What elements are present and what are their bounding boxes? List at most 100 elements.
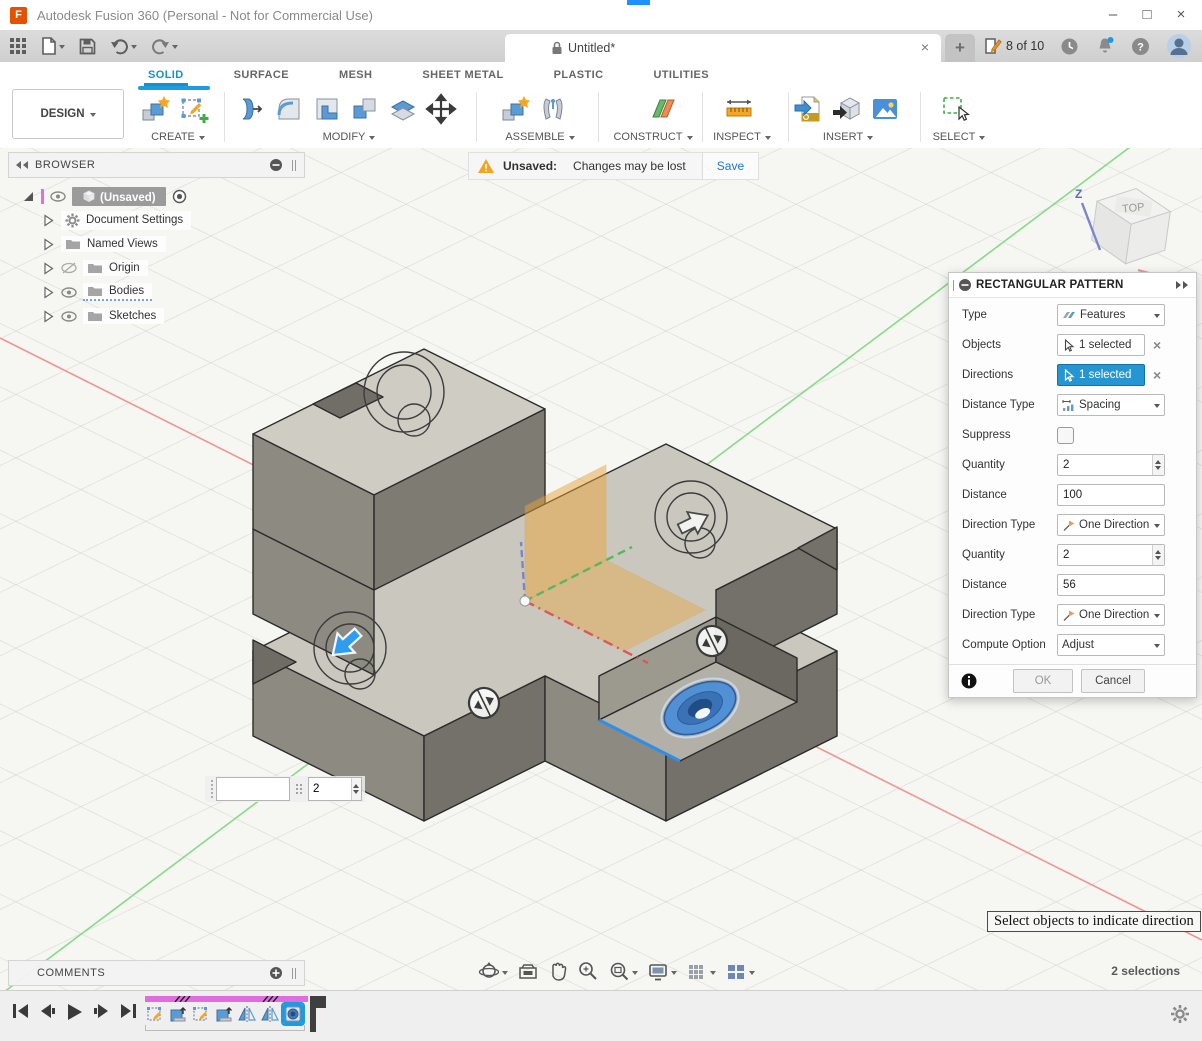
expand-arrow-icon[interactable] <box>42 286 55 299</box>
timeline-feature-extrude-2[interactable] <box>214 1004 234 1024</box>
document-tab[interactable]: Untitled* × <box>505 34 941 62</box>
visibility-eye-icon[interactable] <box>61 287 77 298</box>
close-button[interactable]: × <box>1164 0 1198 28</box>
timeline-strip[interactable] <box>145 996 308 1031</box>
insert-group-label[interactable]: INSERT <box>792 131 904 143</box>
construct-plane-button[interactable] <box>646 92 680 126</box>
directions-clear-icon[interactable]: × <box>1153 367 1161 383</box>
quantity-1-spinner[interactable] <box>1152 455 1164 475</box>
timeline-feature-sketch-2[interactable] <box>191 1004 211 1024</box>
type-dropdown[interactable]: Features <box>1057 304 1165 326</box>
construct-group-label[interactable]: CONSTRUCT <box>608 131 698 143</box>
browser-item-sketches[interactable]: Sketches <box>42 304 305 328</box>
select-group-label[interactable]: SELECT <box>924 131 994 143</box>
minimize-button[interactable]: – <box>1096 0 1130 28</box>
objects-select-button[interactable]: 1 selected <box>1057 334 1145 356</box>
expand-arrow-icon[interactable] <box>42 238 55 251</box>
suppress-checkbox[interactable] <box>1057 427 1074 444</box>
insert-canvas-button[interactable] <box>868 92 902 126</box>
input-separator-handle[interactable] <box>296 784 302 794</box>
insert-mesh-button[interactable] <box>830 92 864 126</box>
timeline-group-bar[interactable] <box>145 996 308 1002</box>
timeline-position-marker[interactable] <box>308 994 328 1034</box>
inline-quantity-input[interactable] <box>309 778 351 800</box>
browser-item-document-settings[interactable]: Document Settings <box>42 208 305 232</box>
view-cube[interactable]: TOP Z X <box>1060 158 1200 288</box>
visibility-off-eye-icon[interactable] <box>61 262 77 274</box>
ok-button[interactable]: OK <box>1013 669 1073 693</box>
timeline-feature-mirror-2[interactable] <box>260 1004 280 1024</box>
quantity-1-input[interactable] <box>1058 455 1152 475</box>
tab-utilities[interactable]: UTILITIES <box>653 65 709 84</box>
info-icon[interactable] <box>961 673 977 689</box>
maximize-button[interactable]: □ <box>1130 0 1164 28</box>
timeline-settings-gear-icon[interactable] <box>1170 1004 1190 1024</box>
distance-2-field[interactable] <box>1057 574 1165 596</box>
display-settings-button[interactable] <box>647 962 677 982</box>
timeline-step-forward-button[interactable] <box>93 1003 110 1019</box>
directions-select-button[interactable]: 1 selected <box>1057 364 1145 386</box>
expand-arrow-icon[interactable] <box>42 214 55 227</box>
offset-face-button[interactable] <box>386 92 420 126</box>
distance-type-dropdown[interactable]: Spacing <box>1057 394 1165 416</box>
tab-plastic[interactable]: PLASTIC <box>554 65 604 84</box>
compute-option-dropdown[interactable]: Adjust <box>1057 634 1165 656</box>
joint-button[interactable] <box>536 92 570 126</box>
timeline-go-to-start-button[interactable] <box>12 1003 29 1019</box>
move-copy-button[interactable] <box>424 92 458 126</box>
save-link[interactable]: Save <box>702 153 758 179</box>
pan-button[interactable] <box>548 961 568 983</box>
objects-clear-icon[interactable]: × <box>1153 337 1161 353</box>
browser-item-bodies[interactable]: Bodies <box>42 280 305 304</box>
expand-arrow-icon[interactable] <box>42 262 55 275</box>
direction-type-1-dropdown[interactable]: One Direction <box>1057 514 1165 536</box>
visibility-eye-icon[interactable] <box>50 191 66 202</box>
quantity-2-spinner[interactable] <box>1152 545 1164 565</box>
root-expand-icon[interactable] <box>22 190 35 203</box>
tab-sheet-metal[interactable]: SHEET METAL <box>422 65 503 84</box>
inline-distance-field[interactable] <box>216 777 290 801</box>
distance-2-input[interactable] <box>1058 575 1164 595</box>
orbit-button[interactable] <box>478 961 508 983</box>
create-sketch-button[interactable] <box>176 92 210 126</box>
panel-expand-plus-icon[interactable] <box>269 966 283 980</box>
quantity-2-field[interactable] <box>1057 544 1165 566</box>
notifications-bell-icon[interactable] <box>1095 36 1115 56</box>
browser-root-row[interactable]: (Unsaved) <box>8 184 305 208</box>
inspect-group-label[interactable]: INSPECT <box>700 131 784 143</box>
activate-radio-icon[interactable] <box>172 189 187 204</box>
timeline-play-button[interactable] <box>66 1003 83 1021</box>
timeline-feature-mirror-1[interactable] <box>237 1004 257 1024</box>
root-document-chip[interactable]: (Unsaved) <box>72 187 166 206</box>
quantity-1-field[interactable] <box>1057 454 1165 476</box>
panel-grip[interactable] <box>292 160 296 171</box>
help-icon[interactable]: ? <box>1131 37 1150 56</box>
assemble-group-label[interactable]: ASSEMBLE <box>498 131 582 143</box>
user-avatar[interactable] <box>1166 33 1192 59</box>
grid-snap-button[interactable] <box>686 962 716 982</box>
visibility-eye-icon[interactable] <box>61 311 77 322</box>
quantity-2-input[interactable] <box>1058 545 1152 565</box>
inline-quantity-field[interactable] <box>308 777 362 801</box>
dialog-minimize-icon[interactable] <box>958 278 972 292</box>
timeline-feature-sketch-1[interactable] <box>145 1004 165 1024</box>
browser-item-named-views[interactable]: Named Views <box>42 232 305 256</box>
dialog-grip[interactable] <box>953 280 954 291</box>
panel-grip[interactable] <box>292 968 296 979</box>
new-component-button[interactable] <box>138 92 172 126</box>
save-button[interactable] <box>77 36 98 57</box>
select-button[interactable] <box>938 92 972 126</box>
dialog-header[interactable]: RECTANGULAR PATTERN <box>949 273 1196 298</box>
view-cube-top-label[interactable]: TOP <box>1122 201 1146 215</box>
new-tab-button[interactable]: + <box>945 34 975 62</box>
app-grid-button[interactable] <box>8 36 29 57</box>
dialog-dock-icon[interactable] <box>1174 280 1190 290</box>
undo-button[interactable] <box>108 36 139 57</box>
collapse-panel-icon[interactable] <box>14 160 30 170</box>
inline-dimension-input[interactable] <box>205 776 365 802</box>
measure-button[interactable] <box>722 92 756 126</box>
document-tab-close-button[interactable]: × <box>915 37 935 57</box>
job-history-clock-icon[interactable] <box>1060 37 1079 56</box>
origin-point[interactable] <box>520 596 530 606</box>
drag-handle[interactable] <box>211 780 213 798</box>
